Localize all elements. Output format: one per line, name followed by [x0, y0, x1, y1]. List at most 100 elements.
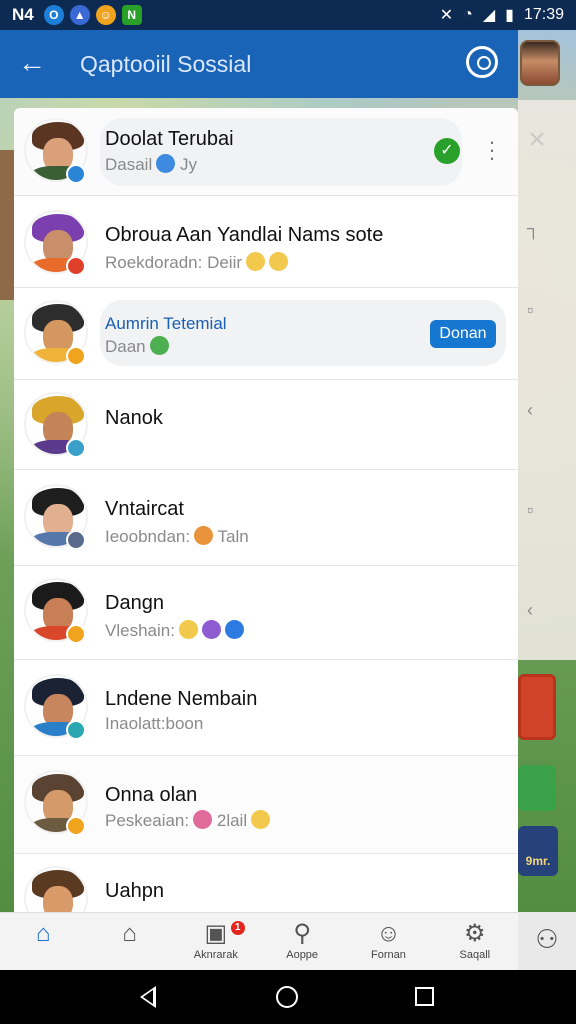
status-text: Vleshain: — [105, 621, 175, 640]
wifi-icon: ◔ — [463, 6, 473, 23]
contact-status: Daan — [105, 336, 169, 357]
clock: 17:39 — [523, 6, 564, 23]
contact-name: Aumrin Tetemial — [105, 314, 227, 333]
status-text: Daan — [105, 337, 146, 356]
background-side-panel — [518, 100, 576, 660]
emoji-icon — [224, 620, 244, 639]
status-badge — [66, 438, 86, 458]
app-notification-icon: ☺ — [95, 5, 116, 25]
app-notification-icon: N — [121, 5, 142, 25]
tab-label: Fornan — [371, 949, 406, 961]
bottom-tab-bar: ⌂ ⌂ ▣ 1 Aknrarak ⚲ Aoppe ☺ Fornan ⚙ Saqa… — [0, 912, 518, 970]
status-suffix: Taln — [217, 527, 249, 546]
carrier-label: N4 — [12, 5, 34, 24]
system-nav-bar — [0, 970, 576, 1024]
status-suffix: 2lail — [216, 811, 248, 830]
app-notification-icon: ▲ — [69, 5, 90, 25]
status-badge — [66, 720, 86, 740]
contact-row[interactable]: Doolat Terubai Dasail Jy ✓ · · · — [14, 108, 518, 196]
side-panel-mark: ┐ — [527, 218, 540, 238]
settings-gear-icon: ⚙ — [464, 920, 486, 947]
tab-search[interactable]: ⚲ Aoppe — [259, 913, 345, 970]
profile-avatar[interactable] — [520, 40, 560, 86]
contact-name: Dangn — [105, 592, 164, 614]
contact-name: Lndene Nembain — [105, 688, 258, 710]
status-badge — [66, 256, 86, 276]
page-title: Qaptooiil Sossial — [80, 50, 252, 77]
contact-row[interactable]: Dangn Vleshain: — [14, 566, 518, 660]
contact-name: Nanok — [105, 407, 163, 429]
tab-label: Saqall — [459, 949, 491, 961]
nav-home-icon[interactable] — [276, 986, 298, 1008]
status-text: Dasail — [105, 155, 153, 174]
contact-row[interactable]: Nanok — [14, 380, 518, 470]
tab-home[interactable]: ⌂ — [0, 913, 86, 970]
chevron-left-icon[interactable]: ‹ — [527, 600, 533, 621]
tab-home-outline[interactable]: ⌂ — [86, 913, 172, 970]
contact-name: Uahpn — [105, 880, 164, 902]
person-chat-icon: ☺ — [376, 920, 401, 947]
emoji-icon — [194, 526, 214, 545]
side-card-label: 9mr. — [525, 854, 551, 868]
contact-row[interactable]: Uahpn — [14, 854, 518, 914]
side-panel-mark: ‹ — [527, 400, 533, 420]
tab-friends[interactable]: ☺ Fornan — [345, 913, 431, 970]
status-badge — [66, 530, 86, 550]
contact-name: Obroua Aan Yandlai Nams sote — [105, 224, 384, 246]
game-side-card[interactable] — [518, 674, 556, 740]
status-text: Ieoobndan: — [105, 527, 191, 546]
contact-status: Inaolatt:boon — [105, 714, 203, 734]
tab-label: Aknrarak — [193, 949, 238, 961]
status-suffix: Jy — [179, 155, 197, 174]
back-arrow-icon[interactable]: ← — [14, 46, 50, 82]
contact-name: Onna olan — [105, 784, 198, 806]
more-options-icon[interactable]: · · · — [484, 131, 500, 169]
status-badge — [66, 816, 86, 836]
side-panel-mark: ▫ — [527, 500, 534, 520]
avatar-face — [43, 886, 73, 914]
emoji-icon — [251, 810, 271, 829]
profile-icon[interactable]: ⚇ — [518, 912, 576, 970]
status-text: Roekdoradn: Deiir — [105, 253, 243, 272]
contact-name: Doolat Terubai — [105, 128, 234, 150]
status-badge — [66, 346, 86, 366]
status-badge — [66, 164, 86, 184]
game-side-card[interactable] — [518, 765, 556, 811]
battery-icon: ▮ — [505, 7, 514, 24]
status-text: Inaolatt:boon — [105, 714, 204, 733]
emoji-icon — [149, 336, 169, 355]
emoji-icon — [269, 252, 289, 271]
emoji-icon — [246, 252, 266, 271]
support-icon[interactable] — [466, 46, 498, 78]
contact-row[interactable]: Obroua Aan Yandlai Nams sote Roekdoradn:… — [14, 196, 518, 288]
online-check-icon: ✓ — [434, 138, 460, 164]
home-filled-icon: ⌂ — [35, 920, 51, 947]
tab-games[interactable]: ▣ 1 Aknrarak — [173, 913, 259, 970]
game-controller-icon: ▣ — [204, 920, 228, 947]
emoji-icon — [201, 620, 221, 639]
status-badge — [66, 624, 86, 644]
status-bar: N4 O ▲ ☺ N ✕ ◔ ◢ ▮ 17:39 — [0, 0, 576, 30]
side-panel-mark: ▫ — [527, 300, 534, 320]
nav-back-icon[interactable] — [140, 986, 156, 1008]
home-outline-icon: ⌂ — [122, 920, 137, 947]
signal-icon: ◢ — [482, 7, 496, 24]
tab-label: Aoppe — [286, 949, 319, 961]
contact-status: Vleshain: — [105, 620, 244, 641]
emoji-icon — [178, 620, 198, 639]
contact-name: Vntaircat — [105, 498, 184, 520]
action-button[interactable]: Donan — [430, 320, 496, 348]
app-header: ← Qaptooiil Sossial — [0, 30, 518, 98]
notification-badge: 1 — [230, 921, 245, 935]
nav-recent-apps-icon[interactable] — [415, 987, 434, 1006]
contact-row[interactable]: Lndene Nembain Inaolatt:boon — [14, 660, 518, 756]
emoji-icon — [193, 810, 213, 829]
contact-row[interactable]: Vntaircat Ieoobndan: Taln — [14, 470, 518, 566]
contact-status: Peskeaian: 2lail — [105, 810, 271, 831]
tab-settings[interactable]: ⚙ Saqall — [432, 913, 518, 970]
contact-row[interactable]: Onna olan Peskeaian: 2lail — [14, 756, 518, 854]
contact-status: Dasail Jy — [105, 154, 197, 175]
game-side-card[interactable]: 9mr. — [518, 826, 558, 876]
status-text: Peskeaian: — [105, 811, 190, 830]
close-icon[interactable]: × — [522, 125, 552, 155]
